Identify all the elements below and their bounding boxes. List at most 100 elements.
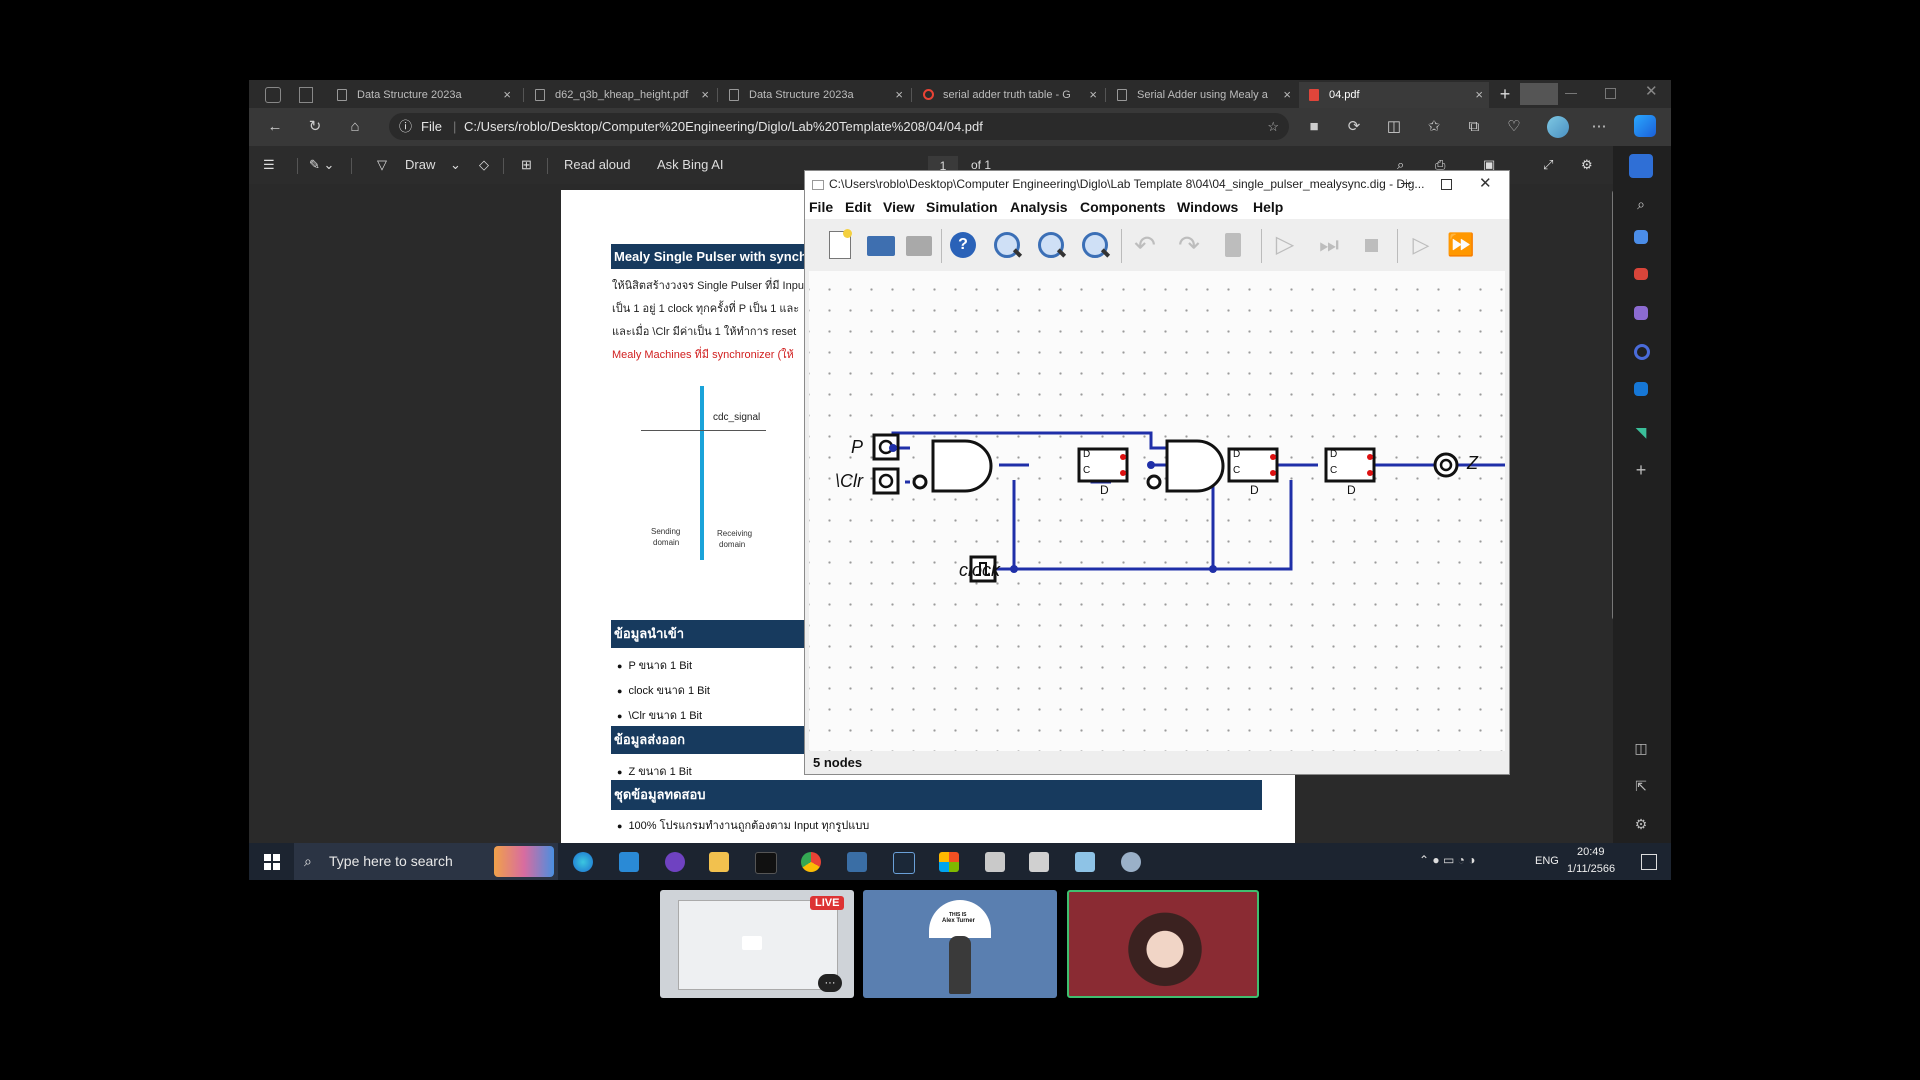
- menu-simulation[interactable]: Simulation: [926, 199, 998, 215]
- stop-icon[interactable]: [1353, 227, 1389, 263]
- tools-icon[interactable]: [1634, 268, 1648, 280]
- close-window-icon[interactable]: ✕: [1645, 82, 1658, 100]
- and-gate-1[interactable]: [931, 439, 993, 493]
- back-icon[interactable]: ←: [265, 117, 285, 137]
- input-clr[interactable]: [872, 467, 900, 495]
- tab-serial-adder-google[interactable]: serial adder truth table - G ×: [913, 82, 1103, 108]
- search-icon[interactable]: ⌕: [1629, 192, 1653, 216]
- settings-icon[interactable]: ⚙: [1629, 812, 1653, 836]
- menu-windows[interactable]: Windows: [1177, 199, 1238, 215]
- notification-center-icon[interactable]: [1641, 854, 1657, 870]
- extension-icon[interactable]: ■: [1304, 117, 1324, 137]
- zoom-in-icon[interactable]: [989, 227, 1025, 263]
- app-icon[interactable]: [1075, 852, 1095, 872]
- tab-04-pdf[interactable]: 04.pdf ×: [1299, 82, 1489, 108]
- chrome-app-icon[interactable]: [801, 852, 821, 872]
- zoom-out-icon[interactable]: [1033, 227, 1069, 263]
- tab-data-structure-1[interactable]: Data Structure 2023a ×: [327, 82, 517, 108]
- split-screen-icon[interactable]: ◫: [1384, 117, 1404, 137]
- eraser-icon[interactable]: ◇: [479, 146, 489, 184]
- new-file-icon[interactable]: [821, 227, 857, 263]
- open-folder-icon[interactable]: [863, 227, 899, 263]
- browser-essentials-icon[interactable]: ♡: [1504, 117, 1524, 137]
- github-app-icon[interactable]: [665, 852, 685, 872]
- open-external-icon[interactable]: ⇱: [1629, 774, 1653, 798]
- circuit-canvas[interactable]: P \Clr clock Z D C D D C D D C D: [809, 271, 1505, 751]
- menu-analysis[interactable]: Analysis: [1010, 199, 1068, 215]
- collections-icon[interactable]: ⧉: [1464, 117, 1484, 137]
- participant-thumbnail-1[interactable]: THIS IS Alex Turner: [863, 890, 1057, 998]
- tab-kheap[interactable]: d62_q3b_kheap_height.pdf ×: [525, 82, 715, 108]
- step-icon[interactable]: ⏭: [1311, 227, 1347, 263]
- minimize-icon[interactable]: [1565, 93, 1577, 94]
- language-indicator[interactable]: ENG: [1535, 855, 1559, 867]
- new-tab-button[interactable]: +: [1494, 83, 1516, 105]
- more-menu-icon[interactable]: ⋯: [1589, 117, 1609, 137]
- app-icon[interactable]: [1029, 852, 1049, 872]
- run-simulation-icon[interactable]: ▷: [1267, 227, 1303, 263]
- menu-components[interactable]: Components: [1080, 199, 1166, 215]
- favorites-icon[interactable]: ✩: [1424, 117, 1444, 137]
- text-icon[interactable]: ⊞: [521, 146, 532, 184]
- close-icon[interactable]: ✕: [1479, 171, 1492, 197]
- menu-edit[interactable]: Edit: [845, 199, 871, 215]
- undo-icon[interactable]: ↶: [1127, 227, 1163, 263]
- favorite-star-icon[interactable]: ☆: [1267, 113, 1279, 140]
- close-icon[interactable]: ×: [1475, 82, 1483, 108]
- add-icon[interactable]: +: [1629, 458, 1653, 482]
- windows-start-icon[interactable]: [264, 854, 280, 870]
- help-icon[interactable]: ?: [945, 227, 981, 263]
- and-gate-2[interactable]: [1165, 439, 1225, 493]
- draw-button[interactable]: Draw: [405, 146, 435, 184]
- sync-icon[interactable]: ⟳: [1344, 117, 1364, 137]
- steam-app-icon[interactable]: [893, 852, 915, 874]
- workspaces-icon[interactable]: [265, 87, 281, 103]
- tab-data-structure-2[interactable]: Data Structure 2023a ×: [719, 82, 909, 108]
- shopping-icon[interactable]: [1634, 230, 1648, 244]
- redo-icon[interactable]: ↷: [1171, 227, 1207, 263]
- copilot-icon[interactable]: [1634, 115, 1656, 137]
- contents-icon[interactable]: ☰: [263, 146, 275, 184]
- games-icon[interactable]: [1634, 306, 1648, 320]
- draw-icon[interactable]: ▽: [377, 146, 387, 184]
- save-icon[interactable]: [901, 227, 937, 263]
- notification-icon[interactable]: [1629, 154, 1653, 178]
- close-icon[interactable]: ×: [895, 82, 903, 108]
- app-icon[interactable]: [755, 852, 777, 874]
- menu-help[interactable]: Help: [1253, 199, 1283, 215]
- refresh-icon[interactable]: ↻: [305, 117, 325, 137]
- participant-thumbnail-2[interactable]: [1067, 890, 1259, 998]
- drop-icon[interactable]: ◥: [1629, 420, 1653, 444]
- home-icon[interactable]: ⌂: [345, 117, 365, 137]
- close-icon[interactable]: ×: [503, 82, 511, 108]
- clock-time[interactable]: 20:49: [1577, 846, 1605, 858]
- settings-icon[interactable]: ⚙: [1581, 146, 1593, 184]
- store-app-icon[interactable]: [939, 852, 959, 872]
- taskbar-search-box[interactable]: ⌕ Type here to search: [294, 843, 558, 880]
- run-to-break-icon[interactable]: ▷: [1403, 227, 1439, 263]
- address-bar[interactable]: ⓘ File | C:/Users/roblo/Desktop/Computer…: [389, 113, 1289, 140]
- restore-icon[interactable]: [1605, 88, 1616, 99]
- file-explorer-icon[interactable]: [709, 852, 729, 872]
- outlook-icon[interactable]: [1634, 382, 1648, 396]
- more-options-button[interactable]: ···: [818, 974, 842, 992]
- vscode-app-icon[interactable]: [619, 852, 639, 872]
- fast-forward-icon[interactable]: ⏩: [1443, 227, 1479, 263]
- menu-file[interactable]: File: [809, 199, 833, 215]
- app-icon[interactable]: [1121, 852, 1141, 872]
- fullscreen-icon[interactable]: ⤢: [1543, 146, 1553, 184]
- profile-avatar[interactable]: [1547, 116, 1569, 138]
- ask-bing-button[interactable]: Ask Bing AI: [657, 146, 723, 184]
- delete-icon[interactable]: [1215, 227, 1251, 263]
- tray-icons[interactable]: ⌃ ● ▭ ◔ ◑: [1419, 853, 1475, 867]
- close-icon[interactable]: ×: [701, 82, 709, 108]
- microsoft365-icon[interactable]: [1634, 344, 1650, 360]
- clock-date[interactable]: 1/11/2566: [1567, 863, 1615, 875]
- minimize-icon[interactable]: [1401, 183, 1411, 184]
- fit-to-window-icon[interactable]: [1077, 227, 1113, 263]
- app-icon[interactable]: [985, 852, 1005, 872]
- app-icon[interactable]: [847, 852, 867, 872]
- chevron-down-icon[interactable]: ⌄: [450, 146, 461, 184]
- screen-share-thumbnail[interactable]: LIVE ···: [660, 890, 854, 998]
- tab-actions-icon[interactable]: [299, 87, 313, 103]
